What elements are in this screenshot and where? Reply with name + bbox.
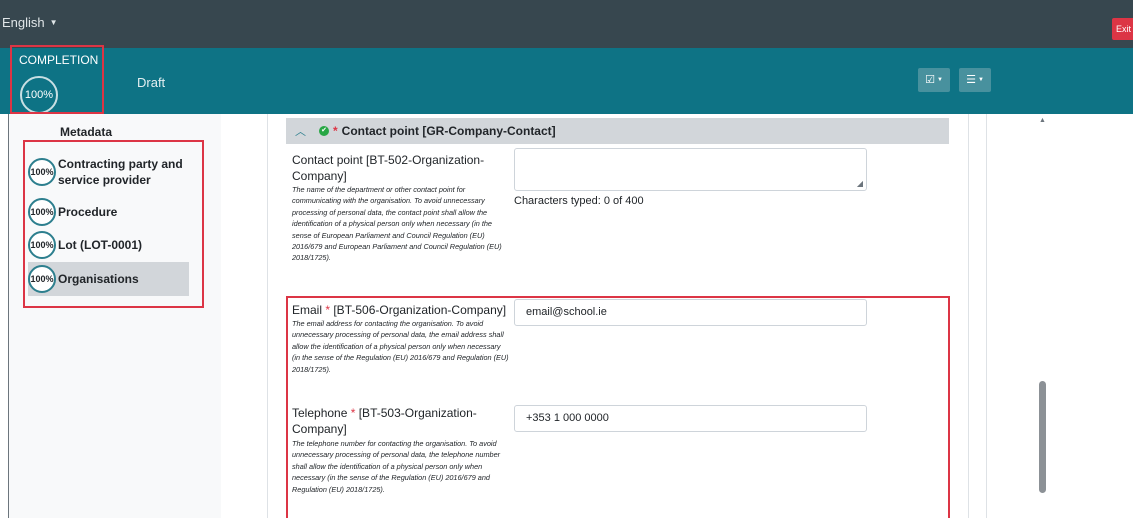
language-label: English: [2, 15, 45, 30]
settings-dropdown-button[interactable]: ☰ ▼: [959, 68, 991, 92]
divider: [267, 114, 268, 518]
check-circle-icon: ✔: [319, 126, 329, 136]
document-status: Draft: [137, 75, 166, 90]
contact-point-textarea[interactable]: ◢: [514, 148, 867, 191]
scrollbar-thumb[interactable]: [1039, 381, 1046, 493]
divider: [968, 114, 969, 518]
required-marker: *: [333, 124, 338, 138]
caret-down-icon: ▼: [49, 18, 58, 27]
character-counter: Characters typed: 0 of 400: [514, 195, 644, 207]
status-bar: COMPLETION 100% Draft ☑ ▼ ☰ ▼: [0, 48, 1133, 114]
section-header-contact-point[interactable]: ︿ ✔ * Contact point [GR-Company-Contact]: [286, 118, 949, 144]
section-title: Contact point [GR-Company-Contact]: [341, 124, 556, 138]
scroll-up-arrow-icon[interactable]: ▲: [1039, 117, 1046, 124]
sliders-icon: ☰: [966, 74, 976, 86]
checkbox-icon: ☑: [925, 74, 935, 86]
checkbox-dropdown-button[interactable]: ☑ ▼: [918, 68, 950, 92]
contact-point-description: The name of the department or other cont…: [292, 185, 502, 263]
exit-button[interactable]: Exit: [1112, 18, 1133, 40]
chevron-up-icon[interactable]: ︿: [295, 123, 306, 139]
caret-down-icon: ▼: [977, 77, 984, 83]
top-bar: English ▼ Exit: [0, 0, 1133, 48]
resize-handle-icon[interactable]: ◢: [857, 179, 863, 188]
divider: [986, 114, 987, 518]
navigation-highlight-box: [23, 140, 204, 308]
language-selector[interactable]: English ▼: [2, 15, 58, 30]
caret-down-icon: ▼: [936, 77, 943, 83]
completion-highlight-box: [10, 45, 104, 114]
fields-highlight-box: [286, 296, 950, 518]
sidebar-title: Metadata: [60, 125, 113, 139]
contact-point-label: Contact point [BT-502-Organization-Compa…: [292, 153, 485, 183]
